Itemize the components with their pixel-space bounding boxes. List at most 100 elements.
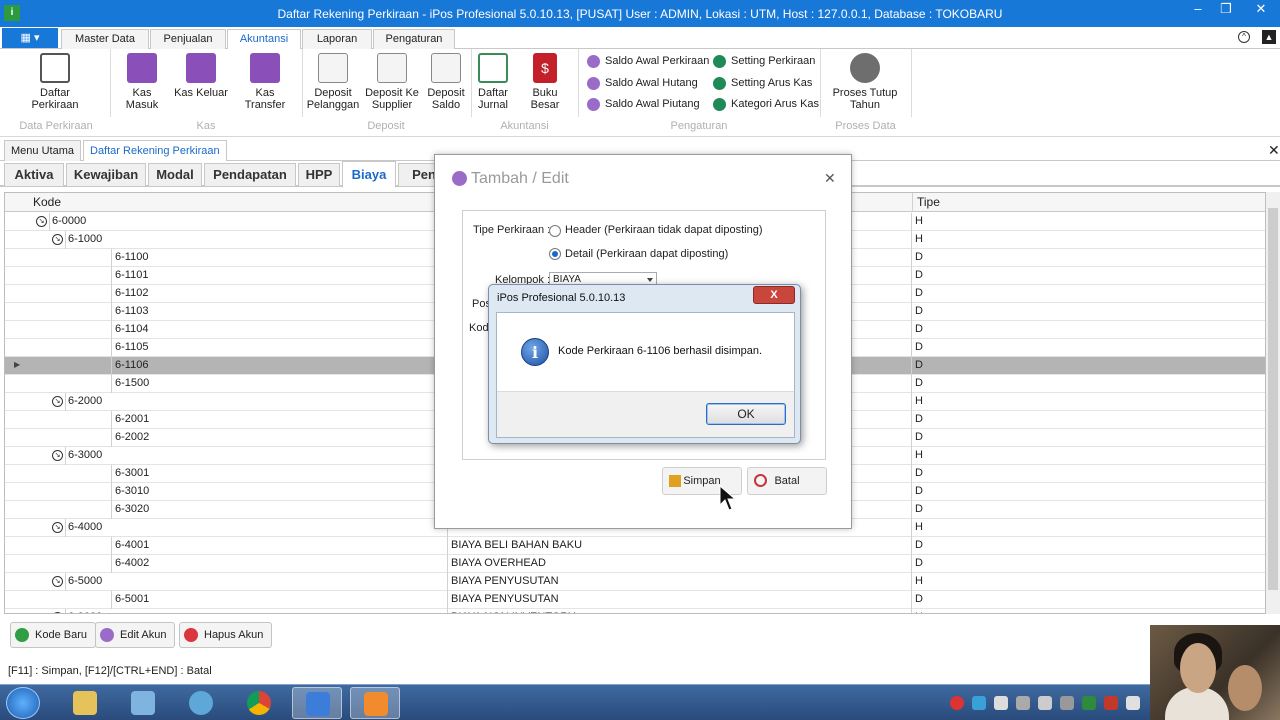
display-tray-icon[interactable] [1038, 696, 1052, 710]
network-tray-icon[interactable] [1060, 696, 1074, 710]
tab-pendapatan[interactable]: Pendapatan [204, 163, 296, 187]
tab-penjualan[interactable]: Penjualan [150, 29, 226, 49]
hapus-akun-button[interactable]: Hapus Akun [179, 622, 273, 648]
tab-akuntansi[interactable]: Akuntansi [227, 29, 301, 50]
gear-icon [713, 98, 726, 111]
kas-keluar-button[interactable]: Kas Keluar [174, 53, 228, 99]
detail-radio[interactable] [549, 248, 561, 260]
cell-kode: 6-0000 [52, 215, 87, 227]
cash-in-icon [127, 53, 157, 83]
cell-tipe: D [915, 593, 923, 605]
daftar-perkiraan-button[interactable]: Daftar Perkiraan [28, 53, 82, 111]
kas-masuk-button[interactable]: Kas Masuk [116, 53, 168, 111]
cell-kode: 6-1104 [115, 323, 149, 335]
table-row[interactable]: 6-4001 BIAYA BELI BAHAN BAKU D [5, 537, 1265, 555]
webcam-overlay [1150, 625, 1280, 720]
detail-option-label[interactable]: Detail (Perkiraan dapat diposting) [565, 248, 728, 260]
daftar-jurnal-button[interactable]: Daftar Jurnal [474, 53, 512, 111]
edit-akun-button[interactable]: Edit Akun [95, 622, 176, 648]
taskbar-network-app[interactable] [176, 687, 226, 719]
message-box-close-button[interactable]: X [753, 286, 795, 304]
tab-hpp[interactable]: HPP [298, 163, 340, 187]
app-menu-button[interactable]: ▦ ▾ [2, 28, 58, 48]
ls-tray-icon[interactable] [1104, 696, 1118, 710]
vertical-scrollbar[interactable] [1266, 192, 1280, 614]
help-icon[interactable]: ^ [1238, 31, 1250, 43]
tab-master-data[interactable]: Master Data [61, 29, 149, 49]
scrollbar-thumb[interactable] [1268, 208, 1278, 590]
tree-expander-icon[interactable]: ↘ [52, 396, 63, 407]
taskbar-chrome[interactable] [234, 687, 284, 719]
start-button[interactable] [6, 687, 40, 719]
batal-button[interactable]: Batal [747, 467, 827, 495]
tree-expander-icon[interactable]: ↘ [52, 576, 63, 587]
column-header-kode[interactable]: Kode [29, 193, 451, 212]
kode-baru-button[interactable]: Kode Baru [10, 622, 96, 648]
tab-aktiva[interactable]: Aktiva [4, 163, 64, 187]
tree-expander-icon[interactable]: ↘ [52, 612, 63, 613]
dialog-close-icon[interactable]: ✕ [824, 170, 836, 187]
volume-tray-icon[interactable] [1126, 696, 1140, 710]
header-radio[interactable] [549, 225, 561, 237]
add-icon [15, 628, 29, 642]
shield-tray-icon[interactable] [972, 696, 986, 710]
taskbar-ipos[interactable] [292, 687, 342, 719]
deposit-pelanggan-button[interactable]: Deposit Pelanggan [306, 53, 360, 111]
deposit-saldo-button[interactable]: Deposit Saldo [424, 53, 468, 111]
restore-button[interactable]: ❐ [1212, 0, 1240, 20]
tree-expander-icon[interactable]: ↘ [52, 522, 63, 533]
chevron-down-icon [647, 278, 653, 282]
column-header-tipe[interactable]: Tipe [913, 193, 1265, 212]
table-row[interactable]: ↘ 6-5000 BIAYA PENYUSUTAN H [5, 573, 1265, 591]
close-tab-icon[interactable]: ✕ [1268, 142, 1280, 159]
tree-expander-icon[interactable]: ↘ [36, 216, 47, 227]
proses-tutup-tahun-button[interactable]: Proses Tutup Tahun [832, 53, 898, 111]
taskbar-recorder[interactable] [350, 687, 400, 719]
deposit-supplier-button[interactable]: Deposit Ke Supplier [364, 53, 420, 111]
tab-modal[interactable]: Modal [148, 163, 202, 187]
gear-icon [713, 55, 726, 68]
speaker-tray-icon[interactable] [994, 696, 1008, 710]
cell-kode: 6-2001 [115, 413, 150, 425]
recorder-icon [364, 692, 388, 716]
cell-kode: 6-5001 [115, 593, 150, 605]
cell-kode: 6-1102 [115, 287, 149, 299]
edit-pen-icon [100, 628, 114, 642]
taskbar-screen-app[interactable] [118, 687, 168, 719]
header-option-label[interactable]: Header (Perkiraan tidak dapat diposting) [565, 224, 763, 236]
ribbon-collapse-icon[interactable]: ▲ [1262, 30, 1276, 44]
doc-tab-daftar-rekening[interactable]: Daftar Rekening Perkiraan [83, 140, 227, 161]
cell-tipe: D [915, 413, 923, 425]
usb-tray-icon[interactable] [1016, 696, 1030, 710]
cell-tipe: D [915, 341, 923, 353]
cell-kode: 6-1103 [115, 305, 149, 317]
cell-kode: 6-3000 [68, 449, 103, 461]
app-tray-icon[interactable] [1082, 696, 1096, 710]
ok-button[interactable]: OK [706, 403, 786, 425]
table-row[interactable]: ↘ 6-9000 BIAYA NON INVENTORY H [5, 609, 1265, 613]
doc-tab-menu-utama[interactable]: Menu Utama [4, 140, 81, 161]
network-icon [189, 691, 213, 715]
cell-tipe: H [915, 521, 923, 533]
table-row[interactable]: 6-4002 BIAYA OVERHEAD D [5, 555, 1265, 573]
tab-pengaturan[interactable]: Pengaturan [373, 29, 455, 49]
cell-kode: 6-3010 [115, 485, 150, 497]
cell-kode: 6-1100 [115, 251, 149, 263]
minimize-button[interactable]: – [1184, 0, 1212, 20]
cell-kode: 6-1000 [68, 233, 103, 245]
record-tray-icon[interactable] [950, 696, 964, 710]
buku-besar-button[interactable]: $ Buku Besar [518, 53, 572, 111]
close-window-button[interactable]: ✕ [1244, 0, 1278, 20]
tab-laporan[interactable]: Laporan [302, 29, 372, 49]
edit-pen-icon [452, 171, 467, 186]
tab-kewajiban[interactable]: Kewajiban [66, 163, 146, 187]
taskbar-explorer[interactable] [60, 687, 110, 719]
info-icon: i [521, 338, 549, 366]
kas-transfer-button[interactable]: Kas Transfer [234, 53, 296, 111]
tree-expander-icon[interactable]: ↘ [52, 234, 63, 245]
tab-biaya[interactable]: Biaya [342, 161, 396, 188]
gear-icon [850, 53, 880, 83]
undo-icon [754, 474, 767, 487]
table-row[interactable]: 6-5001 BIAYA PENYUSUTAN D [5, 591, 1265, 609]
tree-expander-icon[interactable]: ↘ [52, 450, 63, 461]
